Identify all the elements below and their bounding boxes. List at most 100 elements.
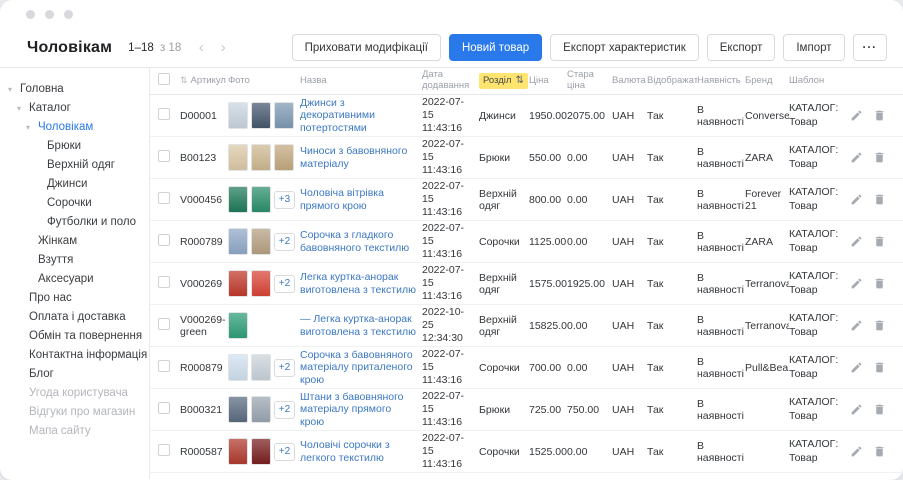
edit-button[interactable] bbox=[851, 193, 863, 207]
sidebar-item[interactable]: ▾ Головна bbox=[0, 80, 149, 99]
product-photo[interactable] bbox=[228, 270, 248, 297]
sidebar-item[interactable]: ▾ Джинси bbox=[0, 175, 149, 194]
sidebar-item[interactable]: ▾ Відгуки про магазин bbox=[0, 403, 149, 422]
edit-button[interactable] bbox=[851, 403, 863, 417]
sidebar-item[interactable]: ▾ Аксесуари bbox=[0, 270, 149, 289]
photo-thumbs: +2 bbox=[228, 438, 300, 465]
prev-page-button[interactable]: ‹ bbox=[191, 37, 211, 59]
edit-button[interactable] bbox=[851, 109, 863, 123]
product-name-link[interactable]: Чоловічі сорочки з легкого текстилю bbox=[300, 439, 418, 464]
product-photo[interactable] bbox=[251, 102, 271, 129]
product-photo[interactable] bbox=[274, 102, 294, 129]
edit-button[interactable] bbox=[851, 151, 863, 165]
edit-button[interactable] bbox=[851, 277, 863, 291]
export-button[interactable]: Експорт bbox=[707, 34, 776, 61]
row-checkbox[interactable] bbox=[158, 108, 170, 120]
delete-button[interactable] bbox=[873, 403, 886, 417]
edit-button[interactable] bbox=[851, 319, 863, 333]
product-photo[interactable] bbox=[228, 396, 248, 423]
more-photos-badge[interactable]: +3 bbox=[274, 191, 295, 209]
product-brand: Forever 21 bbox=[745, 188, 789, 212]
more-photos-badge[interactable]: +2 bbox=[274, 443, 295, 461]
window-control-dot[interactable] bbox=[45, 10, 54, 19]
window-control-dot[interactable] bbox=[64, 10, 73, 19]
more-photos-badge[interactable]: +2 bbox=[274, 359, 295, 377]
sidebar-item[interactable]: ▾ Контактна інформація bbox=[0, 346, 149, 365]
row-checkbox[interactable] bbox=[158, 276, 170, 288]
sidebar-item[interactable]: ▾ Футболки и поло bbox=[0, 213, 149, 232]
product-photo[interactable] bbox=[228, 312, 248, 339]
product-name-link[interactable]: Сорочка з гладкого бавовняного текстилю bbox=[300, 229, 418, 254]
row-checkbox[interactable] bbox=[158, 234, 170, 246]
next-page-button[interactable]: › bbox=[213, 37, 233, 59]
product-photo[interactable] bbox=[251, 270, 271, 297]
export-characteristics-button[interactable]: Експорт характеристик bbox=[550, 34, 699, 61]
more-photos-badge[interactable]: +2 bbox=[274, 233, 295, 251]
active-sort-chip[interactable]: Розділ ⇅ bbox=[479, 73, 528, 89]
edit-button[interactable] bbox=[851, 445, 863, 459]
product-photo[interactable] bbox=[251, 144, 271, 171]
row-checkbox[interactable] bbox=[158, 150, 170, 162]
product-photo[interactable] bbox=[251, 396, 271, 423]
delete-button[interactable] bbox=[873, 193, 886, 207]
row-checkbox[interactable] bbox=[158, 402, 170, 414]
delete-button[interactable] bbox=[873, 109, 886, 123]
new-product-button[interactable]: Новий товар bbox=[449, 34, 542, 61]
edit-button[interactable] bbox=[851, 361, 863, 375]
more-actions-button[interactable]: ··· bbox=[853, 34, 888, 61]
product-name-link[interactable]: — Легка куртка-анорак виготовлена з текс… bbox=[300, 313, 418, 338]
delete-button[interactable] bbox=[873, 319, 886, 333]
sidebar-item[interactable]: ▾ Сорочки bbox=[0, 194, 149, 213]
sidebar-item[interactable]: ▾ Каталог bbox=[0, 99, 149, 118]
sidebar-item[interactable]: ▾ Мапа сайту bbox=[0, 422, 149, 441]
product-photo[interactable] bbox=[251, 438, 271, 465]
sort-toggle-icon[interactable]: ⇅ bbox=[515, 75, 523, 87]
product-name-link[interactable]: Сорочка з бавовняного матеріалу притален… bbox=[300, 349, 418, 387]
column-header-display: Відображати bbox=[647, 76, 697, 87]
product-name-link[interactable]: Чиноси з бавовняного матеріалу bbox=[300, 145, 418, 170]
delete-button[interactable] bbox=[873, 361, 886, 375]
product-name-link[interactable]: Легка куртка-анорак виготовлена з тексти… bbox=[300, 271, 418, 296]
edit-button[interactable] bbox=[851, 235, 863, 249]
delete-button[interactable] bbox=[873, 445, 886, 459]
product-name-link[interactable]: Чоловіча вітрівка прямого крою bbox=[300, 187, 418, 212]
sidebar-item[interactable]: ▾ Обмін та повернення bbox=[0, 327, 149, 346]
delete-button[interactable] bbox=[873, 277, 886, 291]
row-checkbox[interactable] bbox=[158, 192, 170, 204]
product-price: 1575.00 bbox=[529, 278, 567, 290]
window-control-dot[interactable] bbox=[26, 10, 35, 19]
delete-button[interactable] bbox=[873, 235, 886, 249]
product-name-link[interactable]: Джинси з декоративними потертостями bbox=[300, 97, 418, 135]
product-name-link[interactable]: Штани з бавовняного матеріалу прямого кр… bbox=[300, 391, 418, 429]
column-header-section[interactable]: Розділ ⇅ bbox=[479, 73, 529, 89]
product-photo[interactable] bbox=[228, 186, 248, 213]
sidebar-item[interactable]: ▾ Чоловікам bbox=[0, 118, 149, 137]
product-photo[interactable] bbox=[274, 144, 294, 171]
product-photo[interactable] bbox=[228, 144, 248, 171]
sidebar-item[interactable]: ▾ Угода користувача bbox=[0, 384, 149, 403]
row-checkbox[interactable] bbox=[158, 444, 170, 456]
sidebar-item[interactable]: ▾ Блог bbox=[0, 365, 149, 384]
sidebar-item[interactable]: ▾ Брюки bbox=[0, 137, 149, 156]
delete-button[interactable] bbox=[873, 151, 886, 165]
product-photo[interactable] bbox=[251, 228, 271, 255]
more-photos-badge[interactable]: +2 bbox=[274, 275, 295, 293]
sidebar-item[interactable]: ▾ Про нас bbox=[0, 289, 149, 308]
product-photo[interactable] bbox=[228, 438, 248, 465]
product-photo[interactable] bbox=[228, 228, 248, 255]
more-photos-badge[interactable]: +2 bbox=[274, 401, 295, 419]
product-photo[interactable] bbox=[251, 186, 271, 213]
row-checkbox[interactable] bbox=[158, 318, 170, 330]
product-photo[interactable] bbox=[228, 354, 248, 381]
sidebar-item[interactable]: ▾ Жінкам bbox=[0, 232, 149, 251]
import-button[interactable]: Імпорт bbox=[783, 34, 844, 61]
hide-modifications-button[interactable]: Приховати модифікації bbox=[292, 34, 441, 61]
product-photo[interactable] bbox=[251, 354, 271, 381]
row-checkbox[interactable] bbox=[158, 360, 170, 372]
select-all-checkbox[interactable] bbox=[158, 73, 170, 85]
sidebar-item[interactable]: ▾ Оплата і доставка bbox=[0, 308, 149, 327]
sidebar-item[interactable]: ▾ Взуття bbox=[0, 251, 149, 270]
product-photo[interactable] bbox=[228, 102, 248, 129]
sort-icon[interactable]: ⇅ bbox=[180, 75, 188, 85]
sidebar-item[interactable]: ▾ Верхній одяг bbox=[0, 156, 149, 175]
